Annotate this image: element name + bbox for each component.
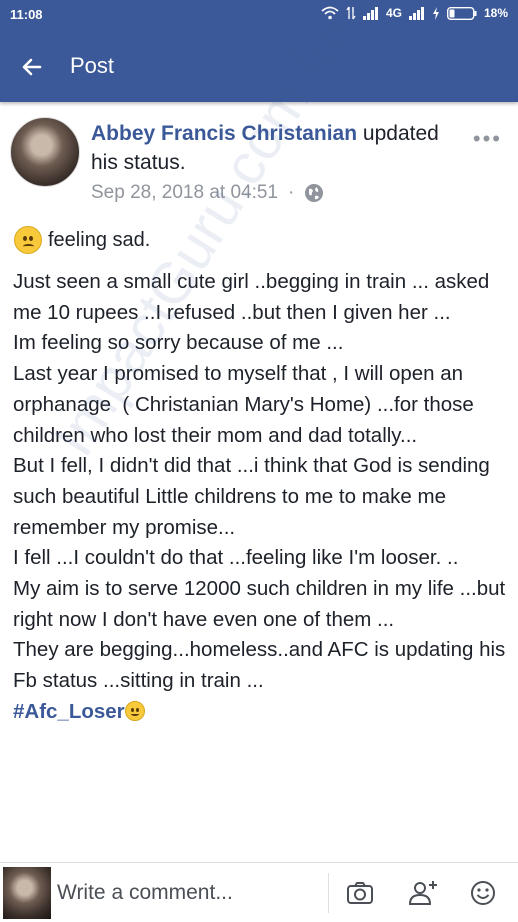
back-button[interactable] <box>20 52 50 82</box>
app-bar: Post <box>0 30 518 102</box>
post-timestamp[interactable]: Sep 28, 2018 at 04:51 <box>91 182 278 204</box>
arrow-left-icon <box>22 58 42 76</box>
tag-friend-icon <box>408 881 437 905</box>
post-header: Abbey Francis Christanian updated his st… <box>91 119 471 177</box>
comment-input[interactable] <box>57 878 317 908</box>
data-transfer-icon <box>346 6 356 20</box>
post-paragraph: They are begging...homeless..and AFC is … <box>13 638 511 693</box>
post-paragraph: My aim is to serve 12000 such children i… <box>13 577 511 631</box>
status-icons: 4G 18% <box>321 6 508 20</box>
tag-friend-button[interactable] <box>406 877 440 909</box>
network-type: 4G <box>385 6 402 20</box>
signal-icon-2 <box>408 6 424 20</box>
more-dots-icon[interactable]: ••• <box>473 126 502 152</box>
status-bar: 11:08 4G 18% <box>0 0 518 30</box>
post-paragraph: Last year I promised to myself that , I … <box>13 362 480 447</box>
camera-button[interactable] <box>343 877 377 909</box>
page-title: Post <box>70 53 115 78</box>
globe-icon <box>305 184 324 202</box>
meta-separator: · <box>288 182 295 203</box>
emoji-button[interactable] <box>466 877 500 909</box>
author-avatar[interactable] <box>10 117 80 187</box>
divider <box>328 873 329 913</box>
emoji-icon <box>471 881 495 905</box>
comment-bar <box>0 862 518 922</box>
smile-face-icon <box>124 700 145 721</box>
camera-icon <box>347 882 373 904</box>
status-time: 11:08 <box>10 7 43 22</box>
post-paragraph: But I fell, I didn't did that ...i think… <box>13 454 496 539</box>
battery-icon <box>446 6 477 20</box>
user-avatar <box>3 867 51 919</box>
author-name[interactable]: Abbey Francis Christanian <box>91 122 357 145</box>
wifi-icon <box>321 6 339 20</box>
sad-face-icon <box>14 226 42 254</box>
feeling-label: feeling sad. <box>48 228 151 251</box>
signal-icon <box>362 6 378 20</box>
post-card: Abbey Francis Christanian updated his st… <box>0 0 518 862</box>
post-paragraph: Just seen a small cute girl ..begging in… <box>13 270 496 324</box>
charging-icon <box>432 6 439 20</box>
post-paragraph: I fell ...I couldn't do that ...feeling … <box>13 546 459 570</box>
post-paragraph: Im feeling so sorry because of me ... <box>13 331 344 355</box>
post-body: Just seen a small cute girl ..begging in… <box>13 267 508 728</box>
battery-level: 18% <box>483 6 508 20</box>
feeling-activity: feeling sad. <box>14 226 150 254</box>
post-meta: Sep 28, 2018 at 04:51 · <box>91 182 324 204</box>
hashtag-line: #Afc_Loser <box>13 697 508 728</box>
hashtag-link[interactable]: #Afc_Loser <box>13 700 125 723</box>
